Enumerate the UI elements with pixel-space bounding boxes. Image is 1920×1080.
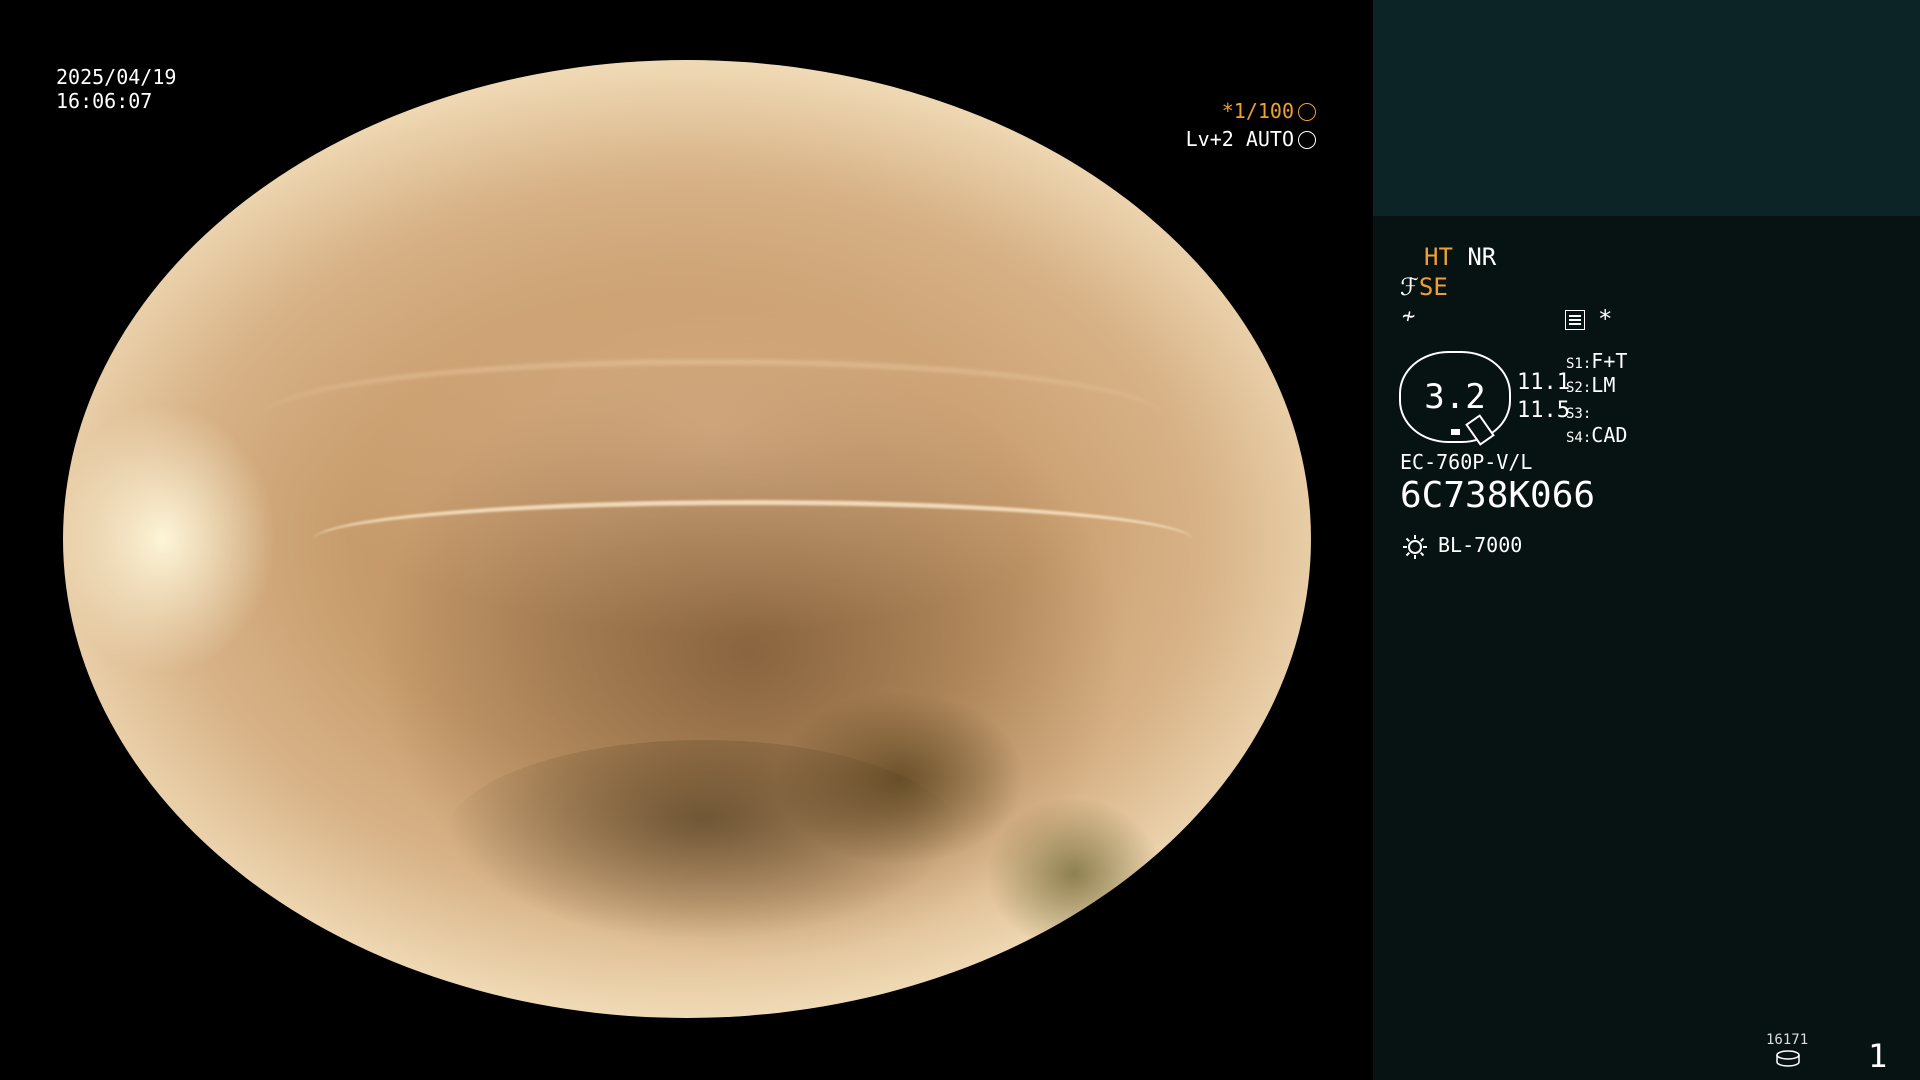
switch-4-key: S4: xyxy=(1566,430,1592,446)
light-level-label: Lv+2 AUTO xyxy=(1185,127,1294,151)
exam-date: 2025/04/19 xyxy=(56,65,177,89)
info-panel-header xyxy=(1373,0,1920,216)
shutter-icon xyxy=(1298,103,1316,121)
lumen-shadow xyxy=(443,740,963,940)
light-source: BL-7000 xyxy=(1438,533,1523,557)
switch-1-key: S1: xyxy=(1566,356,1592,372)
shutter-label: *1/100 xyxy=(1221,99,1294,123)
switch-2-value: LM xyxy=(1591,373,1616,397)
scope-serial: 6C738K066 xyxy=(1400,475,1596,516)
record-count: 16171 xyxy=(1766,1032,1809,1048)
switch-2-key: S2: xyxy=(1566,380,1592,396)
asterisk-icon: * xyxy=(1598,305,1613,333)
scope-tip-icon: ℱ xyxy=(1400,273,1419,301)
switch-3-key: S3: xyxy=(1566,406,1592,422)
value-1: 11.1 xyxy=(1517,370,1570,395)
document-icon xyxy=(1565,310,1585,330)
scope-model: EC-760P-V/L xyxy=(1400,450,1533,474)
exam-time: 16:06:07 xyxy=(56,89,153,113)
switch-4: S4:CAD xyxy=(1566,422,1627,451)
endoscope-view xyxy=(63,60,1311,1018)
switch-1-value: F+T xyxy=(1591,349,1628,373)
page-number: 1 xyxy=(1868,1037,1888,1075)
zoom-indicator: 3.2 xyxy=(1399,351,1511,446)
ht-nr-indicator: HT NR xyxy=(1424,244,1496,270)
shutter-speed: *1/100 xyxy=(1222,98,1316,124)
storage-icon xyxy=(1776,1050,1800,1067)
iris-icon xyxy=(1298,131,1316,149)
mucosal-fold xyxy=(313,500,1193,580)
se-label: SE xyxy=(1418,273,1448,301)
bolt-icon: ≁ xyxy=(1402,304,1416,329)
sun-icon xyxy=(1403,535,1427,559)
zoom-value: 3.2 xyxy=(1424,377,1486,417)
mucosal-fold xyxy=(263,360,1163,474)
zoom-mark-icon xyxy=(1451,429,1460,435)
nr-label: NR xyxy=(1467,243,1497,271)
switch-4-value: CAD xyxy=(1591,423,1628,447)
ht-label: HT xyxy=(1424,243,1453,271)
value-2: 11.5 xyxy=(1517,398,1570,423)
light-level: Lv+2 AUTO xyxy=(1186,126,1316,152)
se-indicator: ℱSE xyxy=(1400,274,1448,300)
switch-2: S2:LM xyxy=(1566,372,1615,401)
